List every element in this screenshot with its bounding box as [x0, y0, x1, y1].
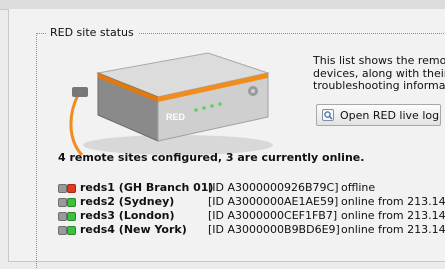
log-document-icon [322, 109, 334, 121]
status-led-online-icon [58, 198, 76, 207]
site-name: reds2 (Sydney) [80, 195, 175, 208]
description-line: troubleshooting informat [313, 79, 445, 92]
site-status: online from 213.144 [341, 195, 445, 208]
description-text: This list shows the remot devices, along… [313, 55, 445, 97]
status-led-online-icon [58, 226, 76, 235]
site-summary: 4 remote sites configured, 3 are current… [58, 151, 365, 164]
panel-legend: RED site status [46, 26, 138, 39]
site-id: [ID A3000000B9BD6E9] [208, 223, 340, 236]
site-id: [ID A3000000AE1AE59] [208, 195, 339, 208]
site-name: reds4 (New York) [80, 223, 187, 236]
site-id: [ID A3000000926B79C] [208, 181, 339, 194]
site-name: reds1 (GH Branch 01) [80, 181, 214, 194]
site-status: online from 213.144 [341, 209, 445, 222]
site-status: online from 213.144 [341, 223, 445, 236]
description-line: This list shows the remot [313, 55, 445, 67]
open-live-log-button[interactable]: Open RED live log [316, 104, 441, 126]
status-led-online-icon [58, 212, 76, 221]
open-live-log-label: Open RED live log [340, 108, 440, 122]
status-led-offline-icon [58, 184, 76, 193]
site-name: reds3 (London) [80, 209, 175, 222]
red-device-illustration: RED [69, 52, 273, 157]
site-status: offline [341, 181, 376, 194]
device-brand-label: RED [166, 112, 186, 122]
site-id: [ID A3000000CEF1FB7] [208, 209, 338, 222]
